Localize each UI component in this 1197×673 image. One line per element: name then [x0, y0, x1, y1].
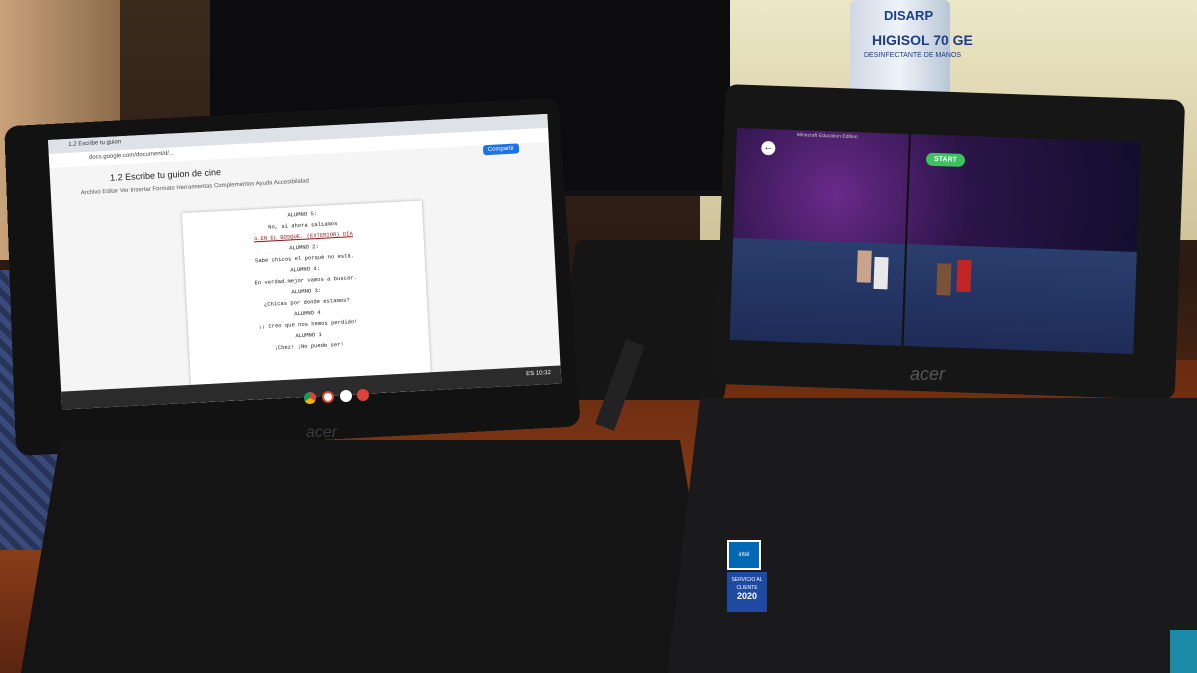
corner-logo [1170, 630, 1197, 673]
system-clock[interactable]: ES 10:32 [526, 370, 551, 377]
game-character [873, 256, 889, 290]
photo-scene: DISARP HIGISOL 70 GE DESINFECTANTE DE MA… [0, 0, 1197, 673]
game-ground [729, 237, 1137, 354]
url-text: docs.google.com/document/d/... [88, 150, 175, 161]
right-laptop-keyboard [664, 398, 1197, 673]
right-laptop-brand: acer [910, 364, 946, 384]
game-header: Minecraft Education Edition [796, 132, 858, 141]
game-character [856, 250, 872, 283]
game-character [956, 259, 972, 293]
chrome-icon[interactable] [304, 392, 316, 404]
left-laptop-keyboard [17, 440, 723, 673]
intel-sticker: intel [727, 540, 761, 570]
browser-tab[interactable]: 1.2 Escribe tu guion [68, 139, 121, 148]
doc-title[interactable]: 1.2 Escribe tu guion de cine [110, 167, 221, 183]
bottle-brand: DISARP [884, 8, 934, 23]
play-store-icon[interactable] [340, 390, 352, 402]
game-character [936, 263, 952, 296]
bottle-subtitle: DESINFECTANTE DE MANOS [864, 52, 962, 59]
share-button[interactable]: Compartir [482, 143, 520, 156]
right-laptop-screen: Minecraft Education Edition ← START [729, 128, 1141, 354]
service-sticker-year: 2020 [736, 591, 758, 601]
docs-icon[interactable] [357, 389, 369, 401]
gmail-icon[interactable] [322, 391, 334, 403]
left-laptop-screen: 1.2 Escribe tu guion docs.google.com/doc… [48, 113, 562, 410]
start-button[interactable]: START [925, 152, 966, 167]
bottle-name: HIGISOL 70 GE [872, 32, 973, 48]
doc-page[interactable]: ALUMNO 5: No, si ahora saliamos 4.EN EL BO… [182, 200, 432, 403]
service-sticker-text: SERVICIO AL CLIENTE [731, 577, 763, 591]
back-arrow-icon[interactable]: ← [761, 140, 776, 156]
service-sticker: SERVICIO AL CLIENTE 2020 [727, 572, 767, 612]
